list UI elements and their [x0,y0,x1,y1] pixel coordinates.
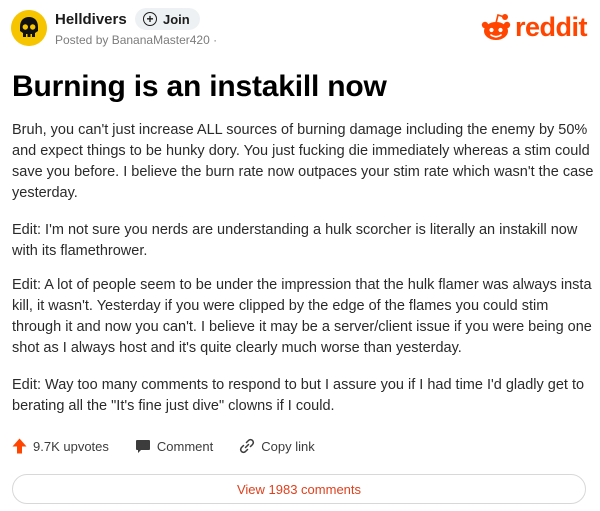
post-paragraph: Edit: I'm not sure you nerds are underst… [12,222,578,259]
post-paragraph: Bruh, you can't just increase ALL source… [12,122,594,201]
upvote-button[interactable]: 9.7K upvotes [12,438,109,454]
copy-link-label: Copy link [261,438,315,454]
action-bar: 9.7K upvotes Comment Copy link [12,438,341,454]
post-byline[interactable]: Posted by BananaMaster420 · [55,33,217,47]
reddit-wordmark: reddit [515,11,588,42]
reddit-logo: reddit [480,11,588,42]
post-title: Burning is an instakill now [12,70,387,103]
join-label: Join [163,11,190,27]
link-icon [240,438,255,454]
upvote-count: 9.7K upvotes [33,438,109,454]
comment-icon [135,439,150,453]
subreddit-avatar[interactable] [11,10,47,46]
copy-link-button[interactable]: Copy link [239,438,315,454]
plus-icon: + [143,12,157,26]
comment-label: Comment [156,438,214,454]
comment-button[interactable]: Comment [135,439,213,454]
upvote-arrow-icon [12,438,27,454]
post-paragraph: Edit: Way too many comments to respond t… [12,377,585,414]
view-comments-label: View 1983 comments [236,481,362,497]
reddit-snoo-icon [481,13,511,40]
subreddit-name[interactable]: Helldivers [55,11,127,28]
post-card: Helldivers + Join Posted by BananaMaster… [0,0,600,511]
join-button[interactable]: + Join [135,8,200,30]
post-paragraph: Edit: A lot of people seem to be under t… [12,277,592,356]
helldivers-skull-icon [11,10,47,46]
view-comments-button[interactable]: View 1983 comments [12,474,586,504]
